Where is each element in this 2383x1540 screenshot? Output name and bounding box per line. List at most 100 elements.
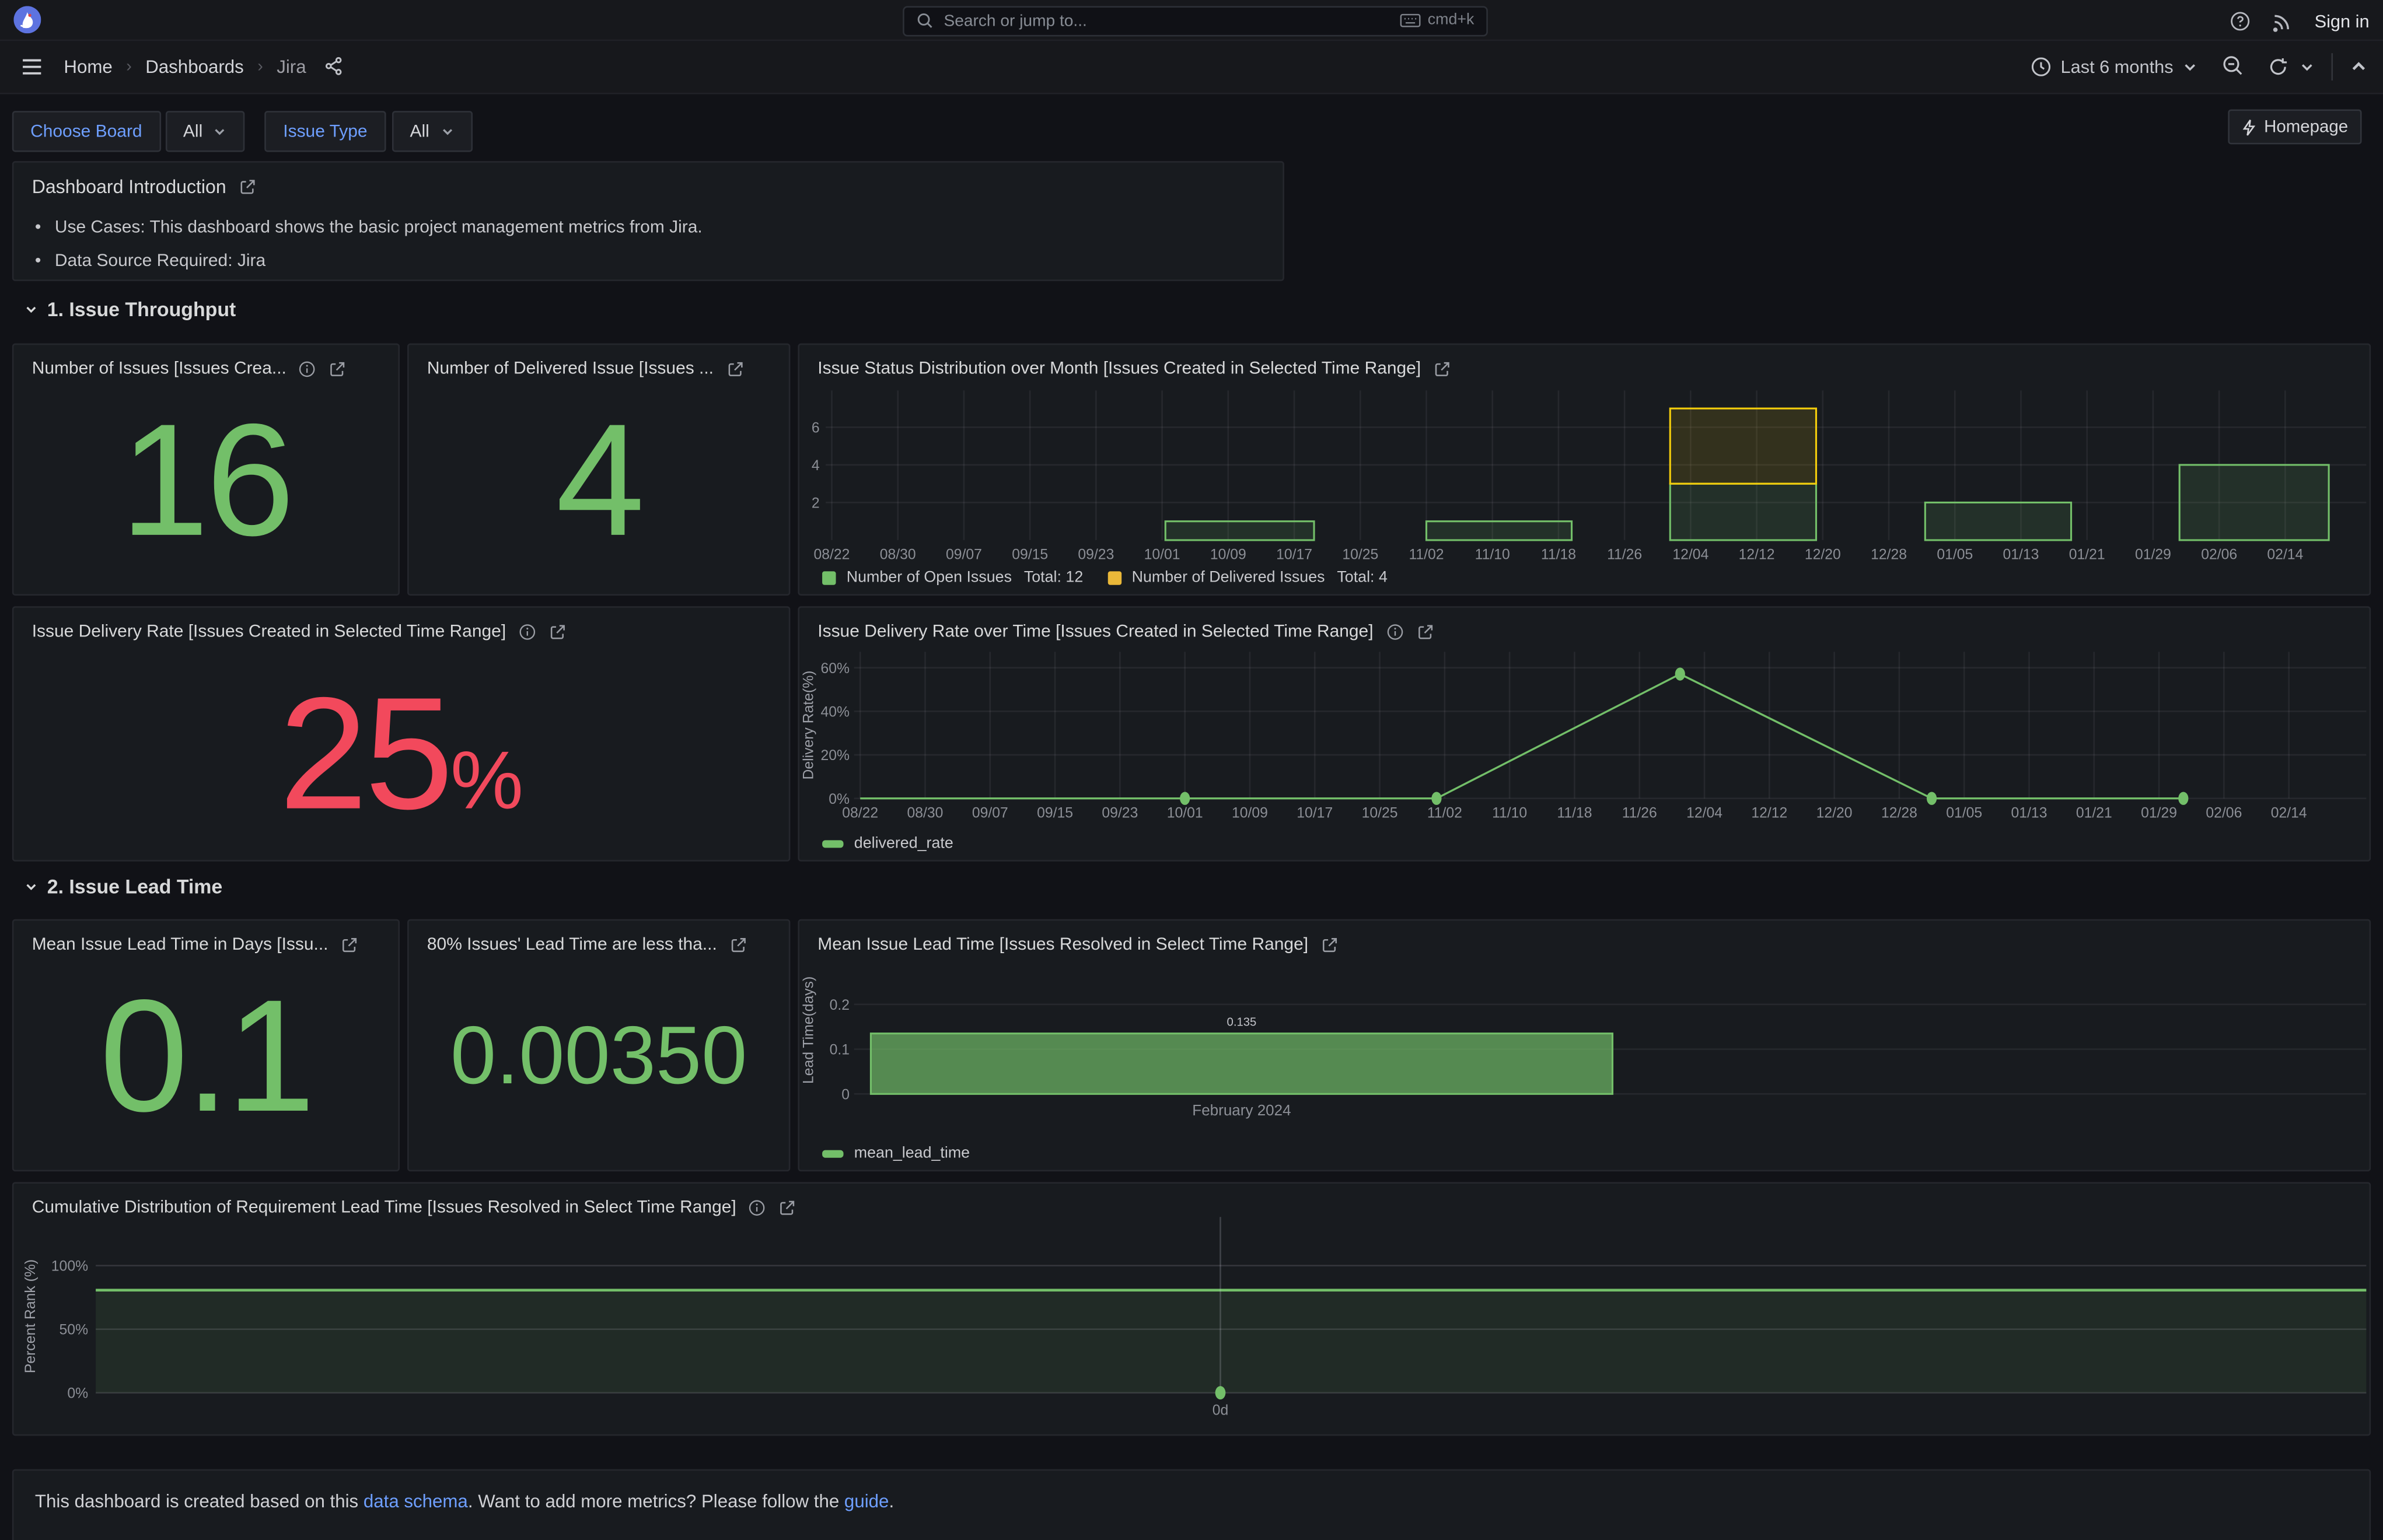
section-issue-lead-time[interactable]: 2. Issue Lead Time [25,875,223,898]
collapse-bar-icon[interactable] [2350,57,2368,75]
breadcrumb-home[interactable]: Home [64,56,112,77]
status-distribution-chart[interactable]: 08/2208/3009/0709/1509/2310/0110/0910/17… [799,345,2372,566]
board-select-value: All [183,123,202,141]
legend-label[interactable]: delivered_rate [854,836,953,853]
svg-text:12/12: 12/12 [1739,547,1775,562]
search-placeholder: Search or jump to... [944,12,1400,30]
choose-board-button[interactable]: Choose Board [12,111,160,152]
panel-delivery-rate-over-time: Issue Delivery Rate over Time [Issues Cr… [798,606,2371,862]
stat-value: 4 [556,400,642,559]
svg-text:01/21: 01/21 [2069,547,2105,562]
refresh-icon[interactable] [2267,56,2288,77]
svg-text:02/06: 02/06 [2201,547,2237,562]
legend-label[interactable]: Number of Open Issues [847,570,1012,587]
svg-text:12/04: 12/04 [1672,547,1708,562]
breadcrumb-dashboards[interactable]: Dashboards [145,56,244,77]
intro-bullet: Use Cases: This dashboard shows the basi… [55,216,703,242]
svg-text:10/09: 10/09 [1232,805,1268,821]
svg-text:09/07: 09/07 [972,805,1008,821]
svg-text:01/13: 01/13 [2011,805,2047,821]
svg-text:08/30: 08/30 [880,547,916,562]
svg-text:0%: 0% [829,792,850,807]
svg-text:09/23: 09/23 [1078,547,1114,562]
sign-in-button[interactable]: Sign in [2315,10,2370,31]
panel-footer: This dashboard is created based on this … [12,1469,2371,1540]
grafana-dashboard: Search or jump to... cmd+k Sign in Home … [0,0,2383,1540]
bolt-icon [2241,118,2256,136]
svg-text:02/14: 02/14 [2271,805,2307,821]
stat-value: 16 [120,400,292,559]
legend-swatch [822,1150,843,1157]
svg-text:12/28: 12/28 [1871,547,1907,562]
svg-text:09/15: 09/15 [1012,547,1048,562]
share-icon[interactable] [324,57,344,76]
homepage-button[interactable]: Homepage [2228,110,2362,145]
time-range-picker[interactable]: Last 6 months [2030,56,2197,77]
svg-text:50%: 50% [60,1322,89,1338]
panel-title: Dashboard Introduction [32,176,226,197]
svg-text:6: 6 [812,421,820,436]
zoom-out-icon[interactable] [2222,55,2245,78]
svg-text:11/26: 11/26 [1622,805,1657,821]
guide-link[interactable]: guide [844,1490,889,1511]
svg-text:10/17: 10/17 [1276,547,1312,562]
menu-icon[interactable] [21,57,42,75]
legend-label[interactable]: mean_lead_time [854,1146,970,1163]
svg-text:4: 4 [812,458,820,474]
svg-text:0d: 0d [1213,1402,1229,1418]
breadcrumb: Home › Dashboards › Jira [64,56,344,77]
issue-type-select[interactable]: All [392,111,471,152]
svg-text:01/29: 01/29 [2141,805,2177,821]
svg-text:01/21: 01/21 [2076,805,2112,821]
svg-text:10/17: 10/17 [1297,805,1333,821]
board-select[interactable]: All [165,111,245,152]
panel-p80-lead-time: 80% Issues' Lead Time are less tha... 0.… [407,919,790,1171]
homepage-label: Homepage [2264,118,2348,136]
section-label: 1. Issue Throughput [47,298,236,321]
chevron-down-icon [213,125,226,138]
chevron-down-icon [25,880,38,893]
dashboard-variables: Choose Board All Issue Type All [12,111,472,152]
svg-text:09/15: 09/15 [1037,805,1073,821]
delivery-rate-chart[interactable]: 08/2208/3009/0709/1509/2310/0110/0910/17… [799,608,2372,831]
search-shortcut: cmd+k [1428,12,1474,29]
svg-text:0.2: 0.2 [830,998,850,1013]
issue-type-button[interactable]: Issue Type [265,111,386,152]
section-label: 2. Issue Lead Time [47,875,223,898]
svg-text:12/20: 12/20 [1805,547,1841,562]
legend-swatch [822,841,843,848]
data-schema-link[interactable]: data schema [364,1490,468,1511]
svg-text:01/05: 01/05 [1937,547,1973,562]
section-issue-throughput[interactable]: 1. Issue Throughput [25,298,236,321]
rss-icon[interactable] [2272,10,2293,31]
legend-swatch-open [822,571,836,584]
footer-note: This dashboard is created based on this … [35,1490,894,1511]
search-input[interactable]: Search or jump to... cmd+k [903,5,1488,36]
chevron-right-icon: › [126,57,132,75]
intro-bullets: •Use Cases: This dashboard shows the bas… [35,208,1262,275]
legend-label[interactable]: Number of Delivered Issues [1132,570,1325,587]
svg-text:08/30: 08/30 [907,805,944,821]
chevron-down-icon [25,302,38,316]
svg-text:100%: 100% [51,1259,88,1275]
cumulative-distribution-chart[interactable]: 0%50%100%Percent Rank (%)0d [13,1184,2372,1437]
panel-dashboard-introduction: Dashboard Introduction •Use Cases: This … [12,161,1284,281]
svg-text:60%: 60% [820,661,850,677]
chevron-down-icon [2182,59,2197,74]
issue-type-select-value: All [410,123,429,141]
breadcrumb-current: Jira [277,56,306,77]
svg-text:09/23: 09/23 [1102,805,1138,821]
grafana-logo-icon[interactable] [13,6,41,33]
refresh-interval-dropdown[interactable] [2300,59,2315,74]
external-link-icon[interactable] [239,178,257,196]
svg-text:0%: 0% [67,1386,88,1402]
mean-lead-time-chart[interactable]: 00.10.2Lead Time(days)0.135February 2024 [799,921,2372,1142]
svg-text:09/07: 09/07 [946,547,982,562]
help-icon[interactable] [2230,10,2251,31]
keyboard-icon [1400,12,1421,29]
svg-text:10/25: 10/25 [1362,805,1398,821]
svg-text:40%: 40% [820,705,850,720]
svg-text:Lead Time(days): Lead Time(days) [801,977,816,1084]
svg-text:01/29: 01/29 [2135,547,2171,562]
svg-text:08/22: 08/22 [842,805,878,821]
